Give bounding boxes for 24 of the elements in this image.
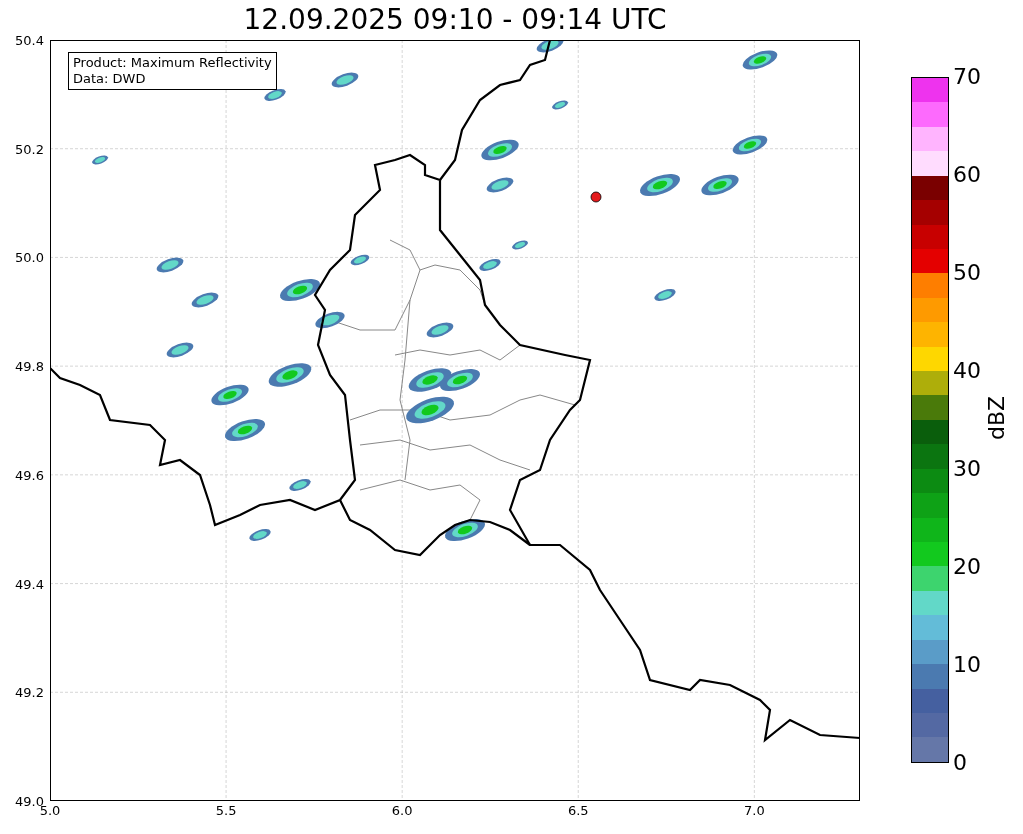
legend-text: Data: DWD [73, 71, 147, 87]
chart-title: 12.09.2025 09:10 - 09:14 UTC [243, 6, 667, 34]
y-axis-label: 50.4 [15, 33, 44, 47]
colorbar-tick-label: 20 [953, 556, 981, 578]
colorbar-tick-label: 10 [953, 654, 981, 676]
y-axis-label: 50.0 [15, 250, 44, 264]
y-axis-label: 50.2 [15, 142, 44, 156]
colorbar-tick-label: 40 [953, 360, 981, 382]
y-axis-label: 49.4 [15, 577, 44, 591]
x-axis-label: 7.0 [744, 804, 765, 817]
x-axis-label: 5.5 [215, 804, 237, 817]
colorbar-tick-label: 60 [953, 164, 981, 186]
y-axis-label: 49.6 [15, 468, 44, 482]
colorbar-label: dBZ [986, 395, 1009, 441]
x-axis-label: 6.5 [567, 804, 589, 817]
colorbar-tick-label: 70 [953, 66, 981, 88]
colorbar-tick-label: 30 [953, 458, 981, 480]
x-axis-label: 6.0 [391, 804, 413, 817]
colorbar-tick-label: 0 [953, 752, 967, 774]
legend-text: Product: Maximum Reflectivity [73, 55, 272, 71]
y-axis-label: 49.2 [15, 685, 44, 699]
location-marker-icon [590, 191, 602, 203]
y-axis-label: 49.8 [15, 359, 44, 373]
colorbar-tick-label: 50 [953, 262, 981, 284]
